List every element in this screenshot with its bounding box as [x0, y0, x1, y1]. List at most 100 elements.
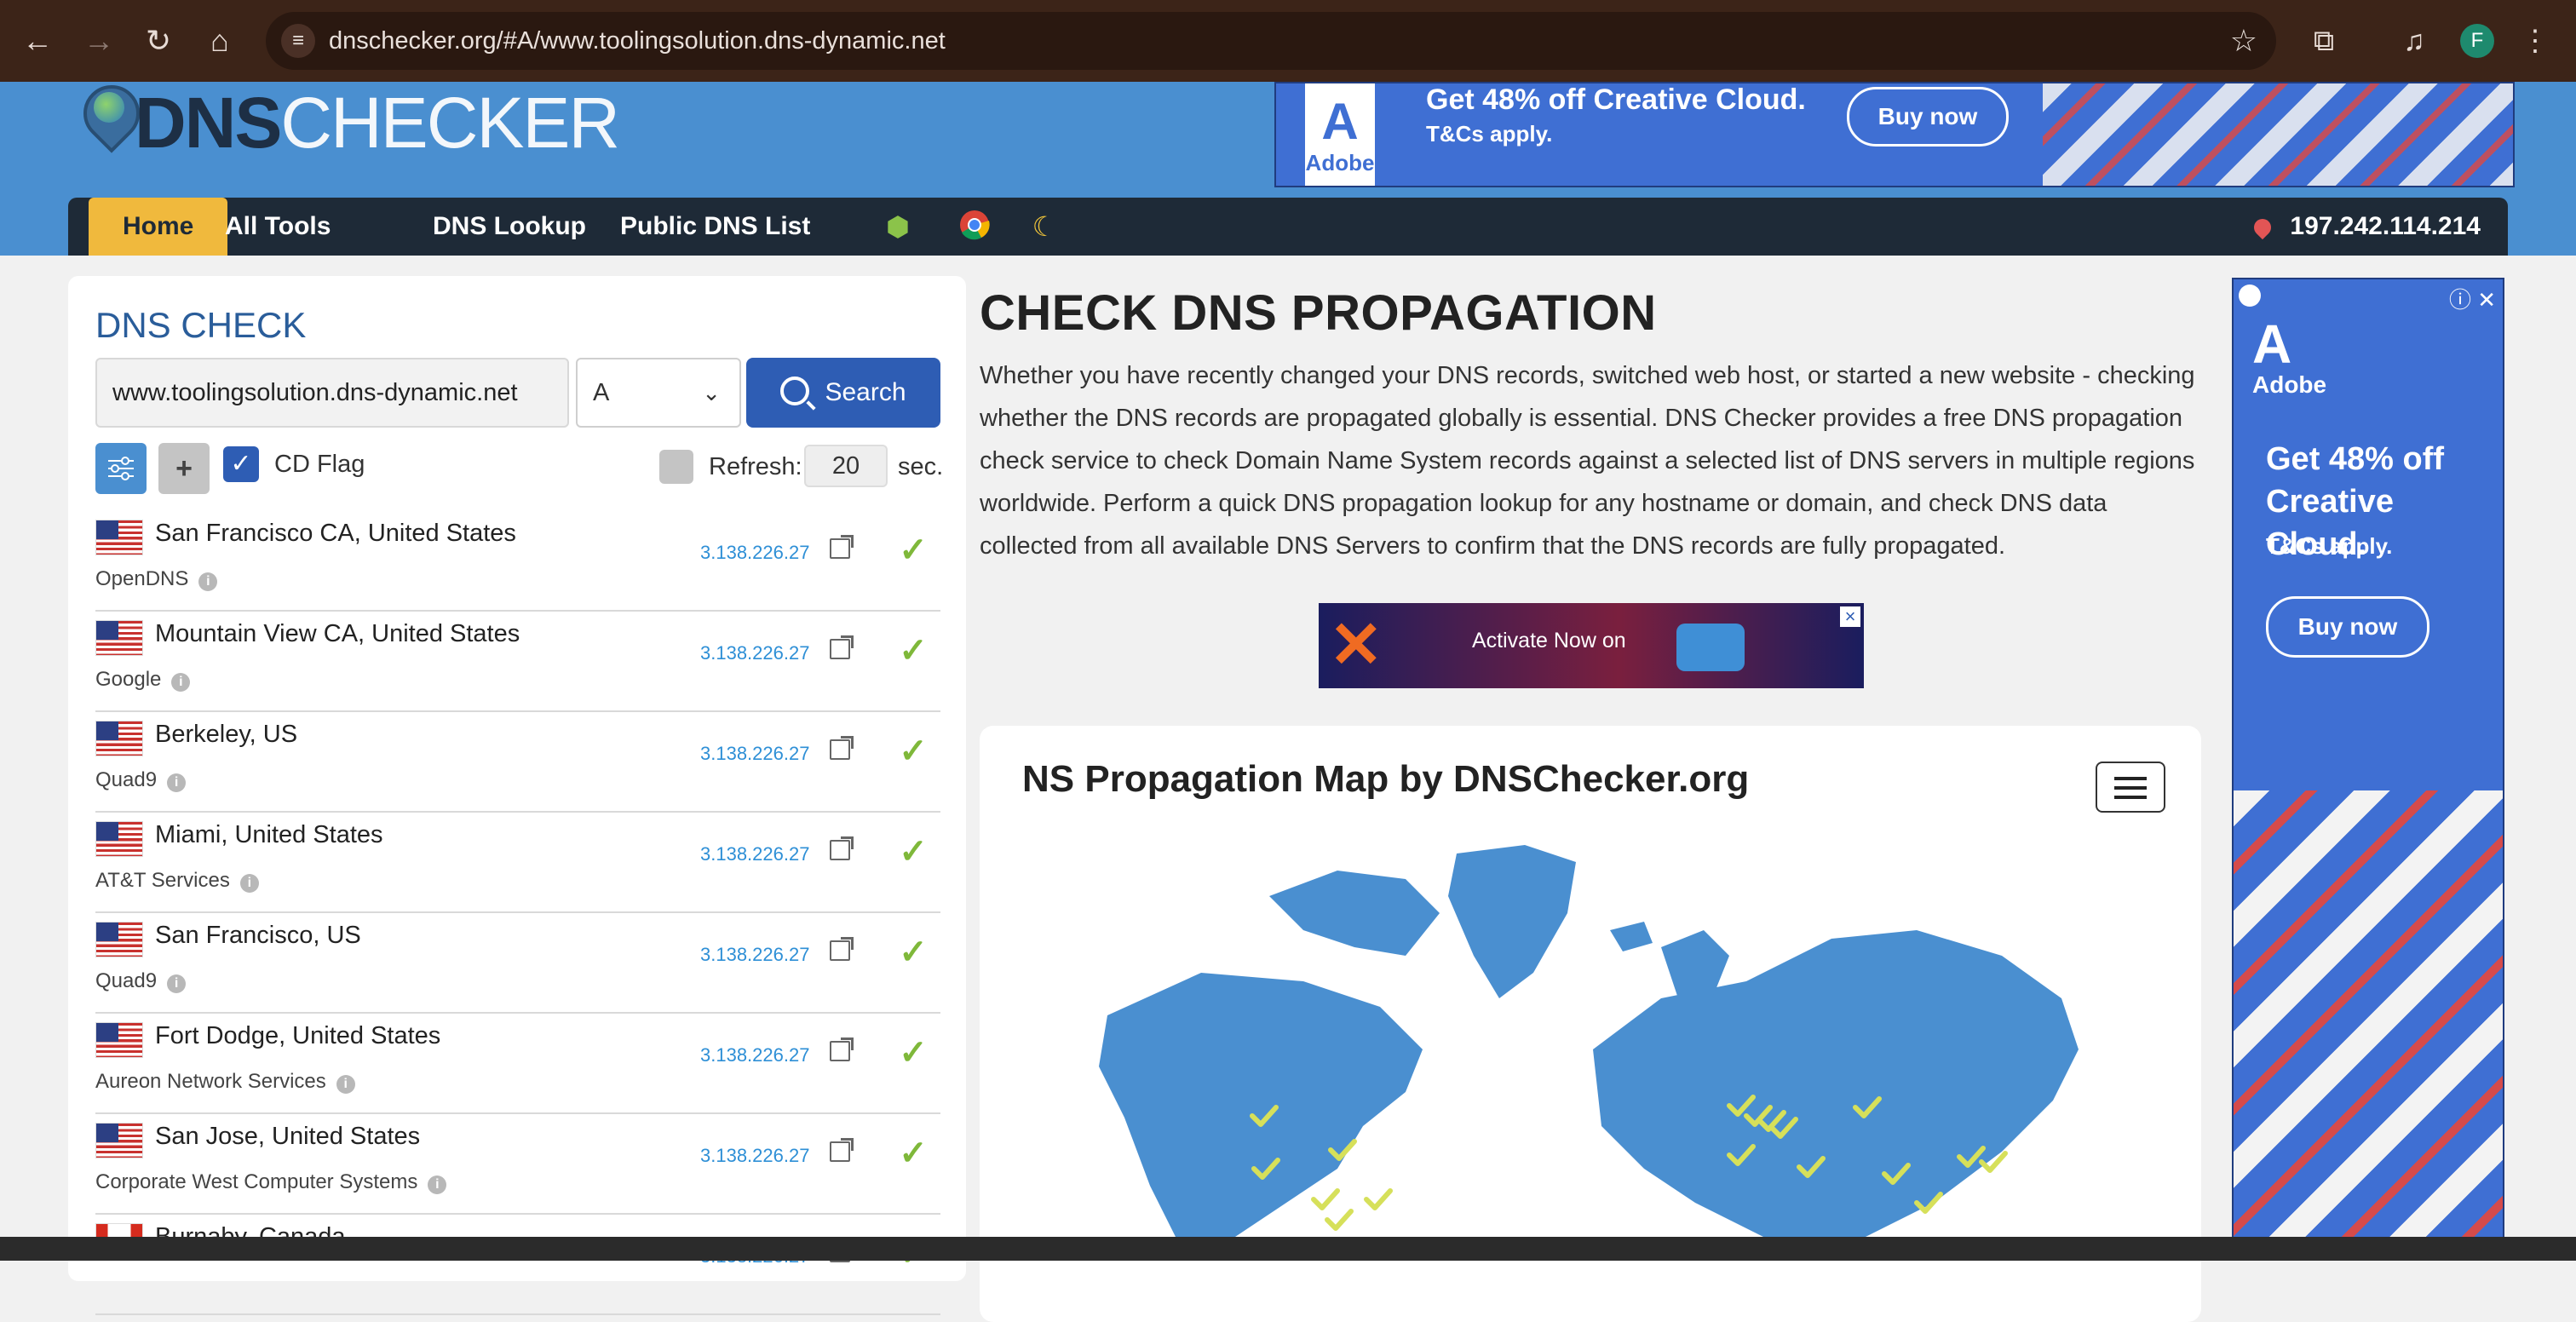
server-row: Fort Dodge, United States Aureon Network… [95, 1014, 940, 1114]
android-icon[interactable]: ⬢ [881, 210, 915, 244]
chevron-down-icon: ⌄ [702, 380, 721, 405]
home-icon[interactable]: ⌂ [198, 19, 242, 63]
ad-x-logo: ✕ [1329, 609, 1383, 681]
world-map [1099, 845, 2079, 1237]
url-text[interactable]: dnschecker.org/#A/www.toolingsolution.dn… [329, 12, 946, 70]
close-icon[interactable]: × [1840, 606, 1860, 627]
menu-kebab-icon[interactable]: ⋮ [2513, 19, 2557, 63]
back-icon[interactable]: ← [15, 19, 60, 63]
resolved-ip-link[interactable]: 3.138.226.27 [700, 843, 809, 865]
site-info-icon[interactable]: ≡ [281, 24, 315, 58]
resolved-ip-link[interactable]: 3.138.226.27 [700, 642, 809, 664]
search-icon [780, 376, 810, 406]
search-button[interactable]: Search [746, 358, 940, 428]
ad-illustration [2043, 83, 2513, 186]
resolved-ip-link[interactable]: 3.138.226.27 [700, 944, 809, 966]
media-controls-icon[interactable]: ♫ [2392, 19, 2436, 63]
us-flag-icon [95, 821, 143, 857]
reload-icon[interactable]: ↻ [136, 19, 181, 63]
nav-public-dns-list[interactable]: Public DNS List [586, 198, 844, 256]
profile-avatar[interactable]: F [2460, 24, 2494, 58]
dns-check-panel: DNS CHECK www.toolingsolution.dns-dynami… [68, 276, 966, 1315]
ad-illustration [2234, 790, 2503, 1259]
us-flag-icon [95, 1022, 143, 1058]
server-location: San Francisco CA, United States [155, 520, 516, 547]
server-row: Burnaby, Canada 3.138.226.27 ✓ [95, 1215, 940, 1315]
resolved-ip-link[interactable]: 3.138.226.27 [700, 1145, 809, 1167]
map-check-mark [1364, 1188, 1393, 1210]
top-banner-ad[interactable]: A Adobe Get 48% off Creative Cloud. T&Cs… [1274, 82, 2515, 187]
ad-buy-button[interactable]: Buy now [1847, 87, 2009, 147]
server-provider: Google [95, 668, 162, 691]
domain-input[interactable]: www.toolingsolution.dns-dynamic.net [95, 358, 569, 428]
main-navbar: Home All Tools DNS Lookup Public DNS Lis… [68, 198, 2508, 256]
sidebar-ad[interactable]: ⓘ ✕ A Adobe Get 48% off Creative Cloud. … [2232, 278, 2504, 1261]
external-link-icon[interactable] [830, 635, 854, 659]
record-type-select[interactable]: A ⌄ [576, 358, 741, 428]
refresh-checkbox[interactable] [659, 450, 693, 484]
external-link-icon[interactable] [830, 937, 854, 961]
bookmark-star-icon[interactable]: ☆ [2230, 12, 2257, 70]
forward-icon[interactable]: → [77, 19, 121, 63]
external-link-icon[interactable] [830, 736, 854, 760]
external-link-icon[interactable] [830, 535, 854, 559]
info-icon[interactable]: i [167, 974, 187, 993]
server-provider: Quad9 [95, 969, 158, 992]
propagation-map-card: NS Propagation Map by DNSChecker.org [980, 726, 2201, 1322]
map-region-greenland [1448, 845, 1576, 998]
us-flag-icon [95, 620, 143, 656]
server-location: Mountain View CA, United States [155, 620, 520, 647]
adobe-logo: A Adobe [1305, 83, 1375, 186]
info-icon[interactable]: i [198, 572, 218, 591]
cd-flag-checkbox[interactable]: ✓ [223, 446, 259, 482]
chrome-icon[interactable] [957, 210, 992, 244]
info-icon[interactable]: i [428, 1175, 447, 1194]
inline-banner-ad[interactable]: ✕ Activate Now on × [1319, 603, 1864, 688]
external-link-icon[interactable] [830, 1037, 854, 1061]
ad-choices-icon[interactable] [2239, 285, 2261, 307]
server-row: Miami, United States AT&T Services i 3.13… [95, 813, 940, 913]
server-list: San Francisco CA, United States OpenDNS i… [95, 511, 940, 1315]
info-icon[interactable]: i [167, 773, 187, 792]
location-pin-icon [2251, 215, 2275, 240]
dark-mode-icon[interactable]: ☾ [1027, 210, 1061, 244]
server-row: San Jose, United States Corporate West C… [95, 1114, 940, 1215]
search-button-label: Search [825, 378, 906, 406]
external-link-icon[interactable] [830, 1138, 854, 1162]
check-success-icon: ✓ [899, 733, 928, 770]
check-success-icon: ✓ [899, 833, 928, 871]
add-server-button[interactable]: + [158, 443, 210, 494]
ad-buy-button[interactable]: Buy now [2266, 596, 2429, 658]
browser-toolbar: ← → ↻ ⌂ ≡ dnschecker.org/#A/www.toolings… [0, 0, 2576, 82]
nav-all-tools[interactable]: All Tools [191, 198, 365, 256]
cd-flag-label: CD Flag [274, 451, 365, 478]
info-icon[interactable]: i [336, 1075, 355, 1094]
ad-terms: T&Cs apply. [2266, 533, 2393, 559]
server-location: San Francisco, US [155, 922, 361, 949]
address-bar[interactable]: ≡ dnschecker.org/#A/www.toolingsolution.… [266, 12, 2276, 70]
resolved-ip-link[interactable]: 3.138.226.27 [700, 542, 809, 564]
external-link-icon[interactable] [830, 836, 854, 860]
record-type-value: A [593, 379, 610, 406]
intro-paragraph: Whether you have recently changed your D… [980, 362, 2195, 560]
refresh-label: Refresh: [709, 453, 802, 480]
check-success-icon: ✓ [899, 632, 928, 670]
resolved-ip-link[interactable]: 3.138.226.27 [700, 1044, 809, 1066]
check-success-icon: ✓ [899, 934, 928, 971]
ad-brand: Adobe [1305, 150, 1375, 175]
info-icon[interactable]: i [171, 673, 191, 692]
map-region-iceland [1610, 922, 1653, 951]
bottom-scroll-bar [0, 1237, 2576, 1261]
sliders-icon [108, 457, 134, 480]
server-provider: Aureon Network Services [95, 1070, 326, 1093]
server-provider: Corporate West Computer Systems [95, 1170, 418, 1193]
refresh-interval-input[interactable]: 20 [804, 445, 888, 487]
settings-sliders-button[interactable] [95, 443, 147, 494]
resolved-ip-link[interactable]: 3.138.226.27 [700, 743, 809, 765]
us-flag-icon [95, 520, 143, 555]
extensions-icon[interactable]: ⧉ [2302, 19, 2346, 63]
info-icon[interactable]: i [239, 874, 259, 893]
map-region-eurasia [1593, 930, 2079, 1237]
server-row: San Francisco, US Quad9 i 3.138.226.27 ✓ [95, 913, 940, 1014]
close-icon[interactable]: ⓘ ✕ [2449, 283, 2496, 314]
